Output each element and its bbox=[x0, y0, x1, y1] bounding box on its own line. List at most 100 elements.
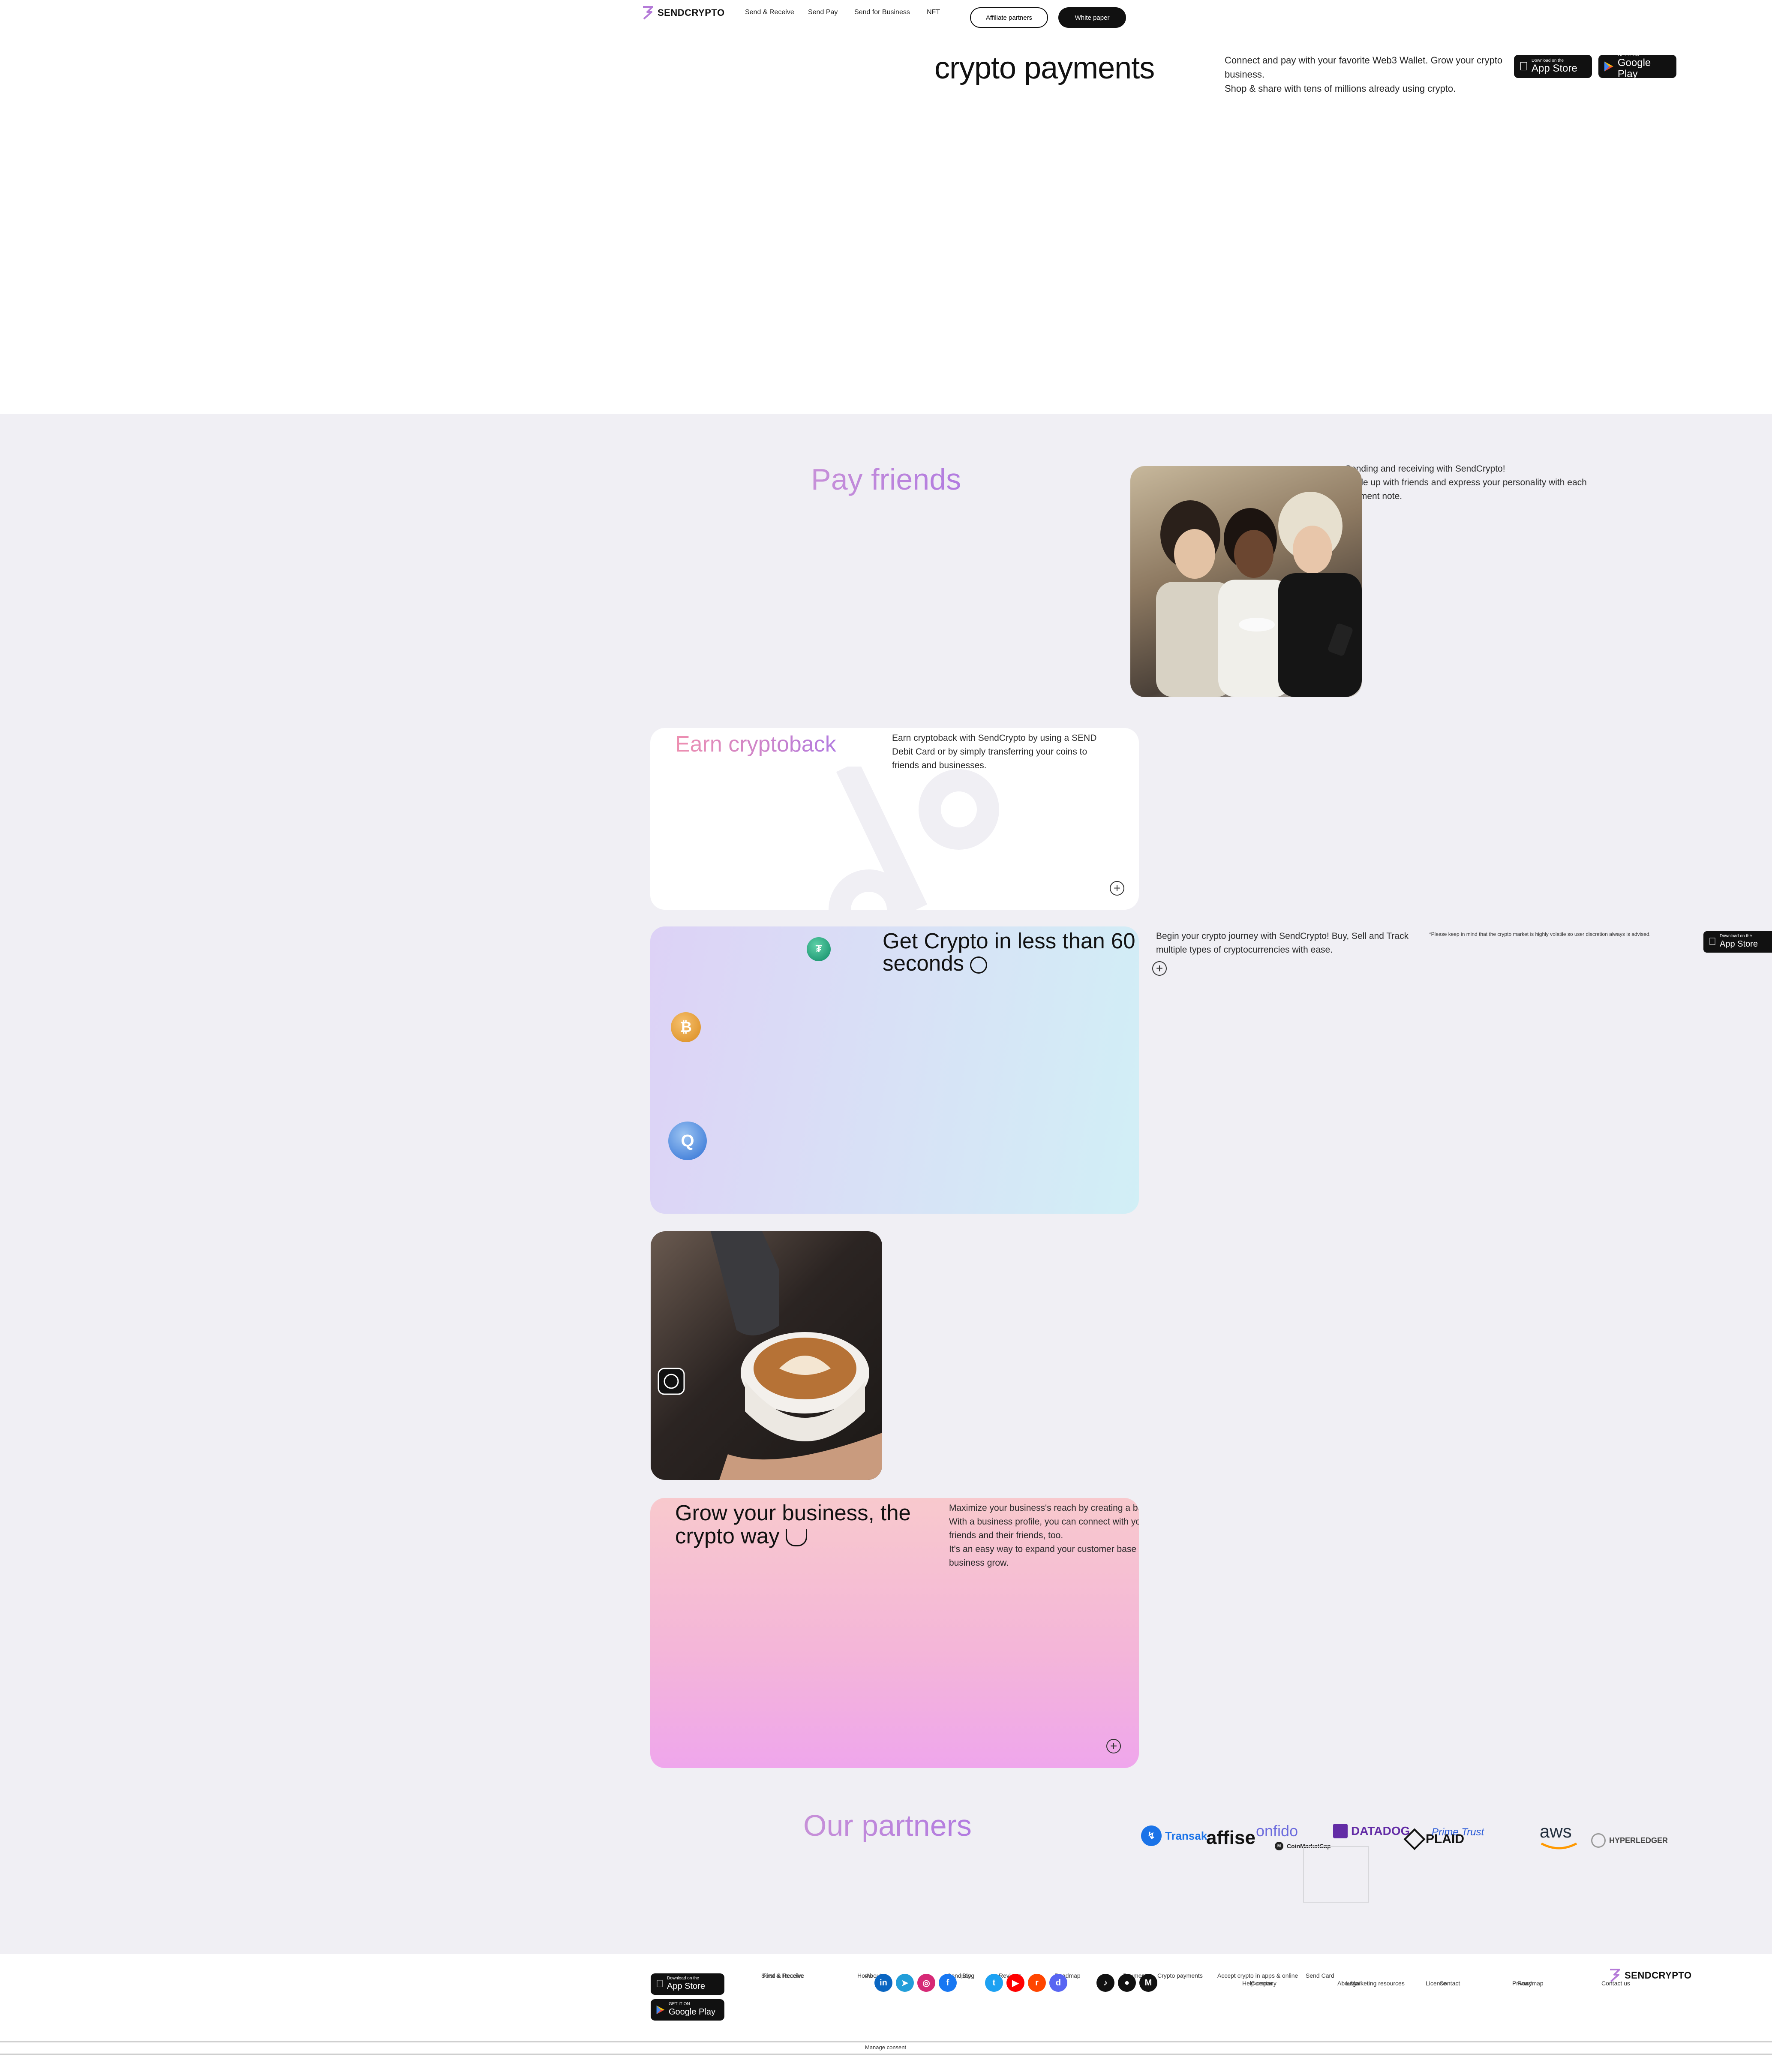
partner-prime-trust[interactable]: Prime Trust bbox=[1432, 1826, 1484, 1838]
partner-placeholder-box bbox=[1303, 1846, 1369, 1903]
latte-photo bbox=[651, 1231, 882, 1480]
apple-icon:  bbox=[1709, 936, 1716, 948]
partner-affise[interactable]: affise bbox=[1206, 1827, 1255, 1849]
footer-link[interactable]: Send Card bbox=[1306, 1972, 1334, 1979]
coinmarketcap-logo-icon: M bbox=[1275, 1842, 1283, 1850]
google-play-icon bbox=[656, 2005, 665, 2015]
telegram-icon[interactable]: ➤ bbox=[896, 1974, 914, 1992]
google-play-badge[interactable]: GET IT ON Google Play bbox=[1598, 53, 1676, 80]
cryptoback-title: Earn cryptoback bbox=[675, 732, 836, 757]
datadog-logo-icon bbox=[1333, 1824, 1348, 1838]
latte-illustration bbox=[658, 1231, 882, 1480]
hyperledger-logo-icon bbox=[1591, 1833, 1606, 1848]
pay-friends-title: Pay friends bbox=[811, 463, 961, 496]
hero-text: Connect and pay with your favorite Web3 … bbox=[1225, 53, 1516, 96]
nav-send-pay[interactable]: Send Pay bbox=[808, 9, 838, 16]
apple-icon:  bbox=[656, 1978, 664, 1990]
footer-logo-text: SENDCRYPTO bbox=[1625, 1970, 1692, 1981]
partner-datadog-label: DATADOG bbox=[1351, 1824, 1410, 1837]
site-logo[interactable]: SENDCRYPTO bbox=[641, 5, 725, 21]
footer-link[interactable]: Contact bbox=[1439, 1980, 1460, 1987]
get-crypto-title-text: Get Crypto in less than 60 seconds bbox=[883, 929, 1135, 975]
partners-title: Our partners bbox=[803, 1809, 972, 1842]
consent-bar-divider bbox=[0, 2054, 1772, 2055]
youtube-icon[interactable]: ▶ bbox=[1006, 1974, 1024, 1992]
partner-transak-label: Transak bbox=[1165, 1829, 1207, 1842]
cryptoback-expand-icon[interactable]: + bbox=[1110, 881, 1124, 896]
medium-icon[interactable]: ● bbox=[1118, 1974, 1136, 1992]
aws-smile-icon bbox=[1541, 1842, 1577, 1849]
linkedin-icon[interactable]: in bbox=[874, 1974, 892, 1992]
friends-photo bbox=[1130, 466, 1362, 697]
footer-link[interactable]: Legal bbox=[1346, 1980, 1361, 1987]
affiliate-partners-button[interactable]: Affiliate partners bbox=[970, 7, 1048, 28]
nav-send-receive[interactable]: Send & Receive bbox=[745, 9, 794, 16]
hero-title: crypto payments bbox=[934, 51, 1155, 85]
nav-send-business[interactable]: Send for Business bbox=[854, 9, 910, 16]
nav-nft[interactable]: NFT bbox=[927, 9, 940, 16]
badge-small-text: Download on the bbox=[659, 1976, 699, 1981]
hero-text-line2: Shop & share with tens of millions alrea… bbox=[1225, 83, 1456, 94]
footer-google-play-badge[interactable]: GET IT ON Google Play bbox=[651, 1999, 724, 2021]
business-line3: It's an easy way to expand your customer… bbox=[949, 1544, 1139, 1568]
business-text: Maximize your business's reach by creati… bbox=[949, 1501, 1139, 1570]
app-store-badge[interactable]:  Download on theApp Store bbox=[1514, 55, 1592, 78]
partner-onfido[interactable]: onfido bbox=[1256, 1822, 1298, 1840]
cryptoback-card: Earn cryptoback Earn cryptoback with Sen… bbox=[650, 728, 1139, 910]
badge-big-text: Google Play bbox=[1617, 57, 1651, 80]
footer-divider bbox=[0, 2041, 1772, 2042]
discord-icon[interactable]: d bbox=[1049, 1974, 1067, 1992]
get-crypto-title: Get Crypto in less than 60 seconds bbox=[883, 930, 1139, 974]
get-crypto-card: ₮ ₿ Q Get Crypto in less than 60 seconds bbox=[650, 926, 1139, 1214]
manage-consent-link[interactable]: Manage consent bbox=[865, 2044, 906, 2051]
sendcrypto-logo-icon bbox=[643, 6, 653, 20]
sendcrypto-logo-icon bbox=[1610, 1969, 1620, 1982]
transak-logo-icon: ↯ bbox=[1141, 1825, 1162, 1846]
percent-icon bbox=[829, 767, 999, 910]
get-crypto-text: Begin your crypto journey with SendCrypt… bbox=[1156, 931, 1409, 955]
get-crypto-expand-icon[interactable]: + bbox=[1152, 961, 1167, 976]
business-line2: With a business profile, you can connect… bbox=[949, 1517, 1139, 1540]
twitter-icon[interactable]: t bbox=[985, 1974, 1003, 1992]
badge-big-text: App Store bbox=[1712, 939, 1758, 949]
business-line1: Maximize your business's reach by creati… bbox=[949, 1503, 1139, 1513]
app-store-badge-side[interactable]:  Download on theApp Store bbox=[1703, 931, 1772, 953]
business-expand-icon[interactable]: + bbox=[1106, 1739, 1121, 1753]
partner-hyperledger[interactable]: HYPERLEDGER bbox=[1591, 1833, 1668, 1848]
logo-text: SENDCRYPTO bbox=[658, 7, 725, 18]
badge-small-text: Download on the bbox=[1712, 934, 1752, 938]
badge-big-text: App Store bbox=[659, 1982, 705, 1991]
stopwatch-icon bbox=[970, 956, 988, 974]
reddit-icon[interactable]: r bbox=[1028, 1974, 1046, 1992]
partner-transak[interactable]: ↯ Transak bbox=[1141, 1825, 1207, 1846]
friends-illustration bbox=[1156, 492, 1362, 697]
footer-logo[interactable]: SENDCRYPTO bbox=[1608, 1968, 1692, 1983]
crypto-disclaimer: *Please keep in mind that the crypto mar… bbox=[1429, 931, 1651, 937]
instagram-icon[interactable]: ◎ bbox=[917, 1974, 935, 1992]
apple-icon:  bbox=[1519, 60, 1528, 73]
badge-small-text: GET IT ON bbox=[669, 2002, 690, 2006]
badge-big-text: App Store bbox=[1523, 63, 1577, 74]
footer-link[interactable]: Blog bbox=[962, 1972, 974, 1979]
partner-hyperledger-label: HYPERLEDGER bbox=[1609, 1836, 1668, 1845]
footer-link[interactable]: Roadmap bbox=[1517, 1980, 1544, 1987]
tiktok-icon[interactable]: ♪ bbox=[1096, 1974, 1114, 1992]
coinmarketcap-social-icon[interactable]: M bbox=[1139, 1974, 1157, 1992]
partner-aws[interactable]: aws bbox=[1540, 1821, 1572, 1842]
coffee-cup-icon bbox=[785, 1529, 807, 1546]
footer-link[interactable]: Crypto payments bbox=[1157, 1972, 1203, 1979]
footer-link[interactable]: First & Receive bbox=[763, 1972, 804, 1979]
partner-aws-label: aws bbox=[1540, 1821, 1572, 1841]
footer-link[interactable]: Company bbox=[1251, 1980, 1276, 1987]
hero-text-line1: Connect and pay with your favorite Web3 … bbox=[1225, 55, 1503, 80]
facebook-icon[interactable]: f bbox=[939, 1974, 957, 1992]
badge-big-text: Google Play bbox=[669, 2007, 715, 2017]
tether-coin-icon: ₮ bbox=[807, 937, 831, 961]
google-play-icon bbox=[1604, 61, 1613, 72]
partner-datadog[interactable]: DATADOG bbox=[1333, 1824, 1410, 1838]
cryptoback-text: Earn cryptoback with SendCrypto by using… bbox=[892, 733, 1097, 770]
white-paper-button[interactable]: White paper bbox=[1058, 7, 1126, 28]
footer-app-store-badge[interactable]:  Download on theApp Store bbox=[651, 1973, 724, 1995]
business-card: Grow your business, the crypto way Maxim… bbox=[650, 1498, 1139, 1768]
footer-link[interactable]: Accept crypto in apps & online bbox=[1217, 1972, 1298, 1979]
